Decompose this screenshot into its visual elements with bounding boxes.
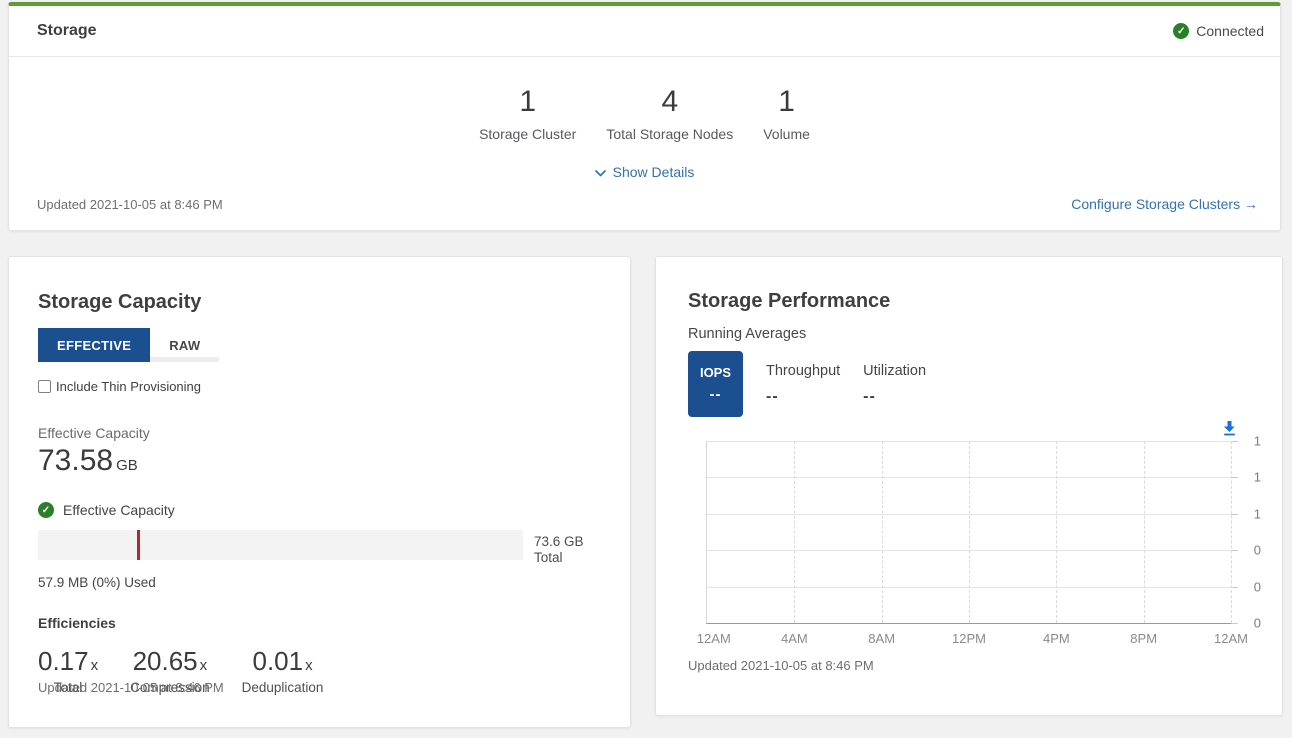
y-tick-mark [1231,441,1238,442]
stat-volume: 1 Volume [763,87,810,142]
y-tick-label: 1 [1254,434,1261,449]
download-icon[interactable] [1223,421,1236,436]
capacity-total-label: Total [534,550,584,566]
check-circle-icon: ✓ [38,502,54,518]
stat-total-storage-nodes: 4 Total Storage Nodes [606,87,733,142]
efficiencies-title: Efficiencies [38,615,601,631]
y-tick-mark [1231,623,1238,624]
x-gridline [794,441,795,623]
storage-stats-row: 1 Storage Cluster 4 Total Storage Nodes … [9,87,1280,142]
bottom-row: Storage Capacity EFFECTIVE RAW Include T… [8,256,1283,728]
efficiency-suffix: x [200,657,208,674]
metric-value: -- [766,388,840,406]
metric-label: Throughput [766,363,840,379]
thin-provisioning-checkbox[interactable] [38,380,51,393]
y-tick-label: 0 [1254,543,1261,558]
stat-label: Total Storage Nodes [606,126,733,142]
metric-label: Utilization [863,363,926,379]
metric-label: IOPS [700,365,731,380]
efficiency-value: 0.17 [38,646,89,677]
metric-utilization[interactable]: Utilization -- [863,351,926,406]
stat-storage-cluster: 1 Storage Cluster [479,87,576,142]
storage-panel-title: Storage [37,22,97,40]
x-tick-label: 12AM [1214,631,1248,646]
configure-storage-clusters-link[interactable]: Configure Storage Clusters → [1071,196,1258,212]
stat-value: 4 [606,87,733,117]
capacity-bar-row: 73.6 GB Total [38,530,601,566]
x-tick-label: 4AM [781,631,808,646]
capacity-used-label: 57.9 MB (0%) Used [38,575,601,590]
performance-updated-timestamp: Updated 2021-10-05 at 8:46 PM [688,658,874,673]
metric-throughput[interactable]: Throughput -- [766,351,840,406]
storage-performance-title: Storage Performance [688,290,1250,313]
y-tick-label: 1 [1254,506,1261,521]
metric-iops[interactable]: IOPS -- [688,351,743,417]
efficiency-value: 20.65 [133,646,198,677]
effective-capacity-value: 73.58 [38,444,113,478]
check-circle-icon: ✓ [1173,23,1189,39]
y-tick-label: 0 [1254,616,1261,631]
x-gridline [1231,441,1232,623]
y-tick-mark [1231,477,1238,478]
capacity-bar [38,530,523,560]
x-gridline [969,441,970,623]
x-tick-label: 12AM [697,631,731,646]
x-gridline [882,441,883,623]
capacity-bar-title-row: ✓ Effective Capacity [38,502,601,518]
x-gridline [1056,441,1057,623]
dashboard: Storage ✓ Connected 1 Storage Cluster 4 … [0,2,1292,728]
tab-raw[interactable]: RAW [150,328,219,362]
effective-capacity-value-row: 73.58 GB [38,444,601,478]
capacity-bar-total: 73.6 GB Total [523,530,584,566]
connection-status: ✓ Connected [1173,23,1264,39]
x-gridline [1144,441,1145,623]
storage-panel-footer: Updated 2021-10-05 at 8:46 PM Configure … [9,196,1280,212]
efficiency-suffix: x [91,657,99,674]
y-tick-mark [1231,587,1238,588]
running-averages-label: Running Averages [688,326,1250,342]
y-tick-label: 1 [1254,470,1261,485]
capacity-total-value: 73.6 GB [534,534,584,550]
stat-label: Volume [763,126,810,142]
capacity-bar-marker [137,530,140,560]
efficiency-value: 0.01 [252,646,303,677]
performance-chart: 11100012AM4AM8AM12PM4PM8PM12AM [706,441,1231,624]
stat-label: Storage Cluster [479,126,576,142]
metric-value: -- [710,386,722,403]
connection-status-label: Connected [1196,23,1264,39]
effective-capacity-label: Effective Capacity [38,425,601,441]
stat-value: 1 [479,87,576,117]
storage-performance-panel: Storage Performance Running Averages IOP… [655,256,1283,716]
x-tick-label: 12PM [952,631,986,646]
download-row [688,421,1250,436]
storage-capacity-panel: Storage Capacity EFFECTIVE RAW Include T… [8,256,631,728]
metric-value: -- [863,388,926,406]
stat-value: 1 [763,87,810,117]
storage-updated-timestamp: Updated 2021-10-05 at 8:46 PM [37,197,223,212]
tab-effective[interactable]: EFFECTIVE [38,328,150,362]
y-tick-mark [1231,514,1238,515]
performance-metrics-row: IOPS -- Throughput -- Utilization -- [688,351,1250,417]
chevron-down-icon [595,164,606,180]
capacity-bar-title: Effective Capacity [63,502,175,518]
x-tick-label: 8PM [1130,631,1157,646]
capacity-tabs: EFFECTIVE RAW [38,328,601,362]
storage-panel-header: Storage ✓ Connected [9,6,1280,56]
thin-provisioning-label[interactable]: Include Thin Provisioning [56,379,201,394]
show-details-link[interactable]: Show Details [9,164,1280,180]
x-tick-label: 4PM [1043,631,1070,646]
show-details-label: Show Details [613,164,695,180]
thin-provisioning-row: Include Thin Provisioning [38,379,601,394]
efficiency-label: Deduplication [242,680,324,695]
effective-capacity-unit: GB [116,457,138,474]
y-tick-label: 0 [1254,579,1261,594]
storage-panel: Storage ✓ Connected 1 Storage Cluster 4 … [8,2,1281,231]
capacity-updated-timestamp: Updated 2021-10-05 at 8:46 PM [38,680,224,695]
efficiency-deduplication: 0.01 x Deduplication [242,646,324,695]
efficiency-suffix: x [305,657,313,674]
storage-capacity-title: Storage Capacity [38,291,601,314]
x-tick-label: 8AM [868,631,895,646]
header-divider [9,56,1280,57]
y-tick-mark [1231,550,1238,551]
